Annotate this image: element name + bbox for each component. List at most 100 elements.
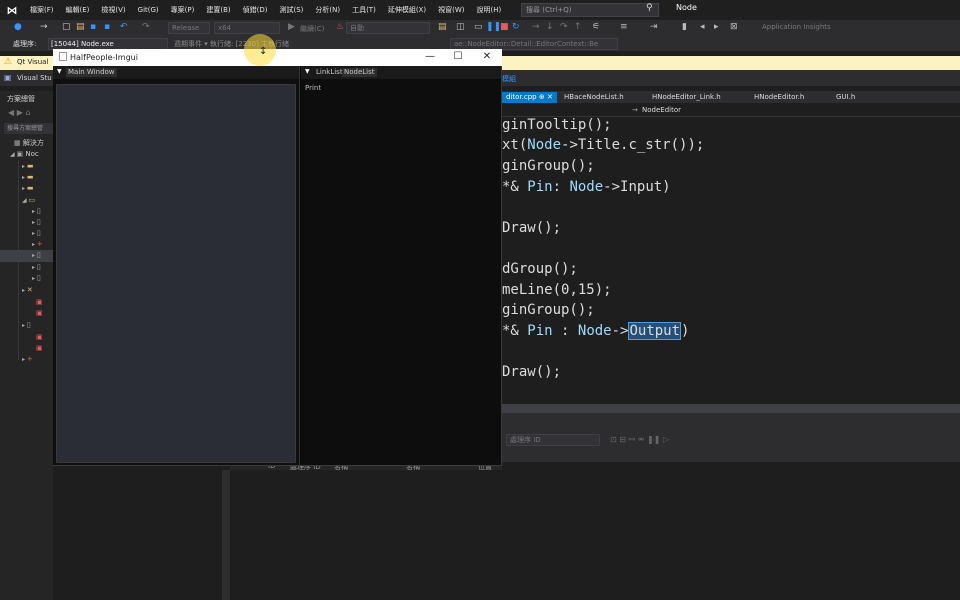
menu-git[interactable]: Git(G) — [132, 0, 165, 20]
tree-item[interactable]: ◢ ▭ — [22, 196, 35, 207]
step-out-icon[interactable]: ↑ — [574, 22, 582, 32]
tree-item[interactable]: ▸ + — [32, 240, 43, 251]
window-icon[interactable]: ▭ — [474, 22, 483, 32]
menu-build[interactable]: 建置(B) — [200, 0, 236, 20]
notification-link[interactable]: 模組 — [502, 74, 516, 84]
tree-item[interactable]: ▸ ✕ — [22, 286, 33, 297]
maximize-icon[interactable]: ☐ — [444, 50, 472, 64]
solution-search-input[interactable]: 搜尋方案總管 — [4, 123, 53, 134]
save-all-icon[interactable]: ▪ — [104, 22, 110, 32]
continue-button[interactable]: 繼續(C) — [300, 24, 324, 34]
folder-icon[interactable]: ▤ — [438, 22, 447, 32]
flame-icon[interactable]: ♨ — [336, 22, 344, 32]
menu-test[interactable]: 測試(S) — [273, 0, 309, 20]
resize-cursor-icon: ↕ — [259, 46, 268, 57]
bookmark-clear-icon[interactable]: ⊠ — [730, 22, 738, 32]
back-icon[interactable]: ● — [14, 22, 22, 32]
search-input[interactable]: 搜尋 (Ctrl+Q) — [521, 3, 659, 17]
code-line: Draw(); — [502, 364, 562, 380]
forward-icon[interactable]: → — [40, 22, 48, 32]
indent-icon[interactable]: ⇥ — [650, 22, 658, 32]
collapse-triangle-icon[interactable]: ▼ — [57, 68, 62, 75]
comment-icon[interactable]: ≡ — [620, 22, 628, 32]
tree-item[interactable]: ▸ ▯ — [32, 263, 41, 274]
tab-gui[interactable]: GUI.h — [832, 92, 859, 103]
tab-hnodeeditor-link[interactable]: HNodeEditor_Link.h — [648, 92, 725, 103]
tree-item[interactable]: ▸ ▬ — [22, 162, 34, 173]
application-insights-button[interactable]: Application Insights — [762, 23, 831, 31]
tree-solution-row[interactable]: ▦ 解決方 — [14, 138, 44, 149]
tab-linklist[interactable]: LinkList — [314, 68, 345, 77]
platform-select[interactable]: x64 — [214, 22, 280, 34]
hex-icon[interactable]: ⚟ — [592, 22, 600, 32]
step-over-icon[interactable]: ↷ — [560, 22, 568, 32]
tree-item[interactable]: ▸ ▯ — [32, 274, 41, 285]
horizontal-scrollbar[interactable] — [502, 404, 960, 413]
close-window-icon[interactable]: ✕ — [473, 50, 501, 64]
tree-item[interactable]: ▸ ▯ — [32, 251, 41, 262]
menu-analyze[interactable]: 分析(N) — [309, 0, 346, 20]
code-line: *& Pin : Node->Output) — [502, 322, 690, 340]
tree-item[interactable]: ▸ ▬ — [22, 173, 34, 184]
bookmark-prev-icon[interactable]: ◂ — [700, 22, 705, 32]
tree-item[interactable]: ▸ ▯ — [32, 229, 41, 240]
node-editor-canvas[interactable] — [56, 84, 296, 463]
stack-select[interactable]: 自動 — [346, 22, 430, 34]
menu-view[interactable]: 檢視(V) — [95, 0, 131, 20]
search-icon[interactable]: ⚲ — [646, 3, 653, 13]
save-icon[interactable]: ▪ — [90, 22, 96, 32]
menu-edit[interactable]: 編輯(E) — [60, 0, 96, 20]
step-into-icon[interactable]: ↓ — [546, 22, 554, 32]
camera-icon[interactable]: ◫ — [456, 22, 465, 32]
visual-studio-logo-icon[interactable]: ⋈ — [0, 0, 24, 20]
tree-item[interactable]: ▣ — [36, 309, 43, 320]
tree-project-row[interactable]: ◢ ▣ Noc — [10, 150, 39, 161]
header-file-icon: ▣ — [36, 309, 43, 317]
bookmark-next-icon[interactable]: ▸ — [714, 22, 719, 32]
config-select[interactable]: Release — [168, 22, 210, 34]
menu-window[interactable]: 視窗(W) — [432, 0, 470, 20]
menu-help[interactable]: 說明(H) — [470, 0, 507, 20]
open-folder-icon[interactable]: ▤ — [76, 22, 85, 32]
process-id-select[interactable]: 處理序 ID — [506, 434, 600, 446]
selected-tree-row[interactable] — [0, 250, 53, 262]
tab-hnodeeditor[interactable]: HNodeEditor.h — [750, 92, 808, 103]
tab-hbacenodelist[interactable]: HBaceNodeList.h — [560, 92, 628, 103]
show-next-icon[interactable]: → — [532, 22, 540, 32]
collapse-triangle-icon[interactable]: ▼ — [305, 68, 310, 75]
pin-icon[interactable]: ⊕ — [539, 93, 545, 101]
bookmark-icon[interactable]: ▮ — [682, 22, 687, 32]
undo-icon[interactable]: ↶ — [120, 22, 128, 32]
tree-item[interactable]: ▸ ▬ — [22, 184, 34, 195]
tree-item[interactable]: ▸ ▯ — [32, 218, 41, 229]
minimize-icon[interactable]: — — [416, 50, 444, 64]
menu-project[interactable]: 專案(P) — [165, 0, 201, 20]
back-nav-icon[interactable]: ◀ ▶ ⌂ — [8, 108, 30, 117]
close-icon[interactable]: ✕ — [547, 93, 553, 101]
tree-item[interactable]: ▸ ▯ — [22, 321, 31, 332]
tab-editor-cpp[interactable]: ditor.cpp ⊕ ✕ — [502, 92, 557, 103]
menu-debug[interactable]: 偵錯(D) — [237, 0, 274, 20]
continue-icon[interactable]: ▶ — [288, 22, 295, 32]
menu-file[interactable]: 檔案(F) — [24, 0, 60, 20]
pause-icon[interactable]: ❚❚ — [486, 22, 501, 32]
panel-splitter[interactable] — [222, 470, 230, 600]
restart-icon[interactable]: ↻ — [512, 22, 520, 32]
new-file-icon[interactable]: ▢ — [62, 22, 71, 32]
function-navigation-select[interactable]: NodeEditor — [642, 106, 681, 114]
redo-icon[interactable]: ↷ — [142, 22, 150, 32]
output-toolbar-icons[interactable]: ⊡ ⊟ ⚯ ⚮ ❚❚ ▷ — [610, 435, 669, 444]
stop-icon[interactable]: ■ — [500, 22, 509, 32]
main-window-tab[interactable]: Main Window — [66, 68, 117, 77]
cpp-file-icon: + — [26, 355, 33, 363]
tree-item[interactable]: ▣ — [36, 344, 43, 355]
dock-splitter[interactable] — [299, 66, 301, 465]
code-line: meLine(0,15); — [502, 282, 612, 298]
tab-nodelist[interactable]: NodeList — [342, 68, 377, 77]
tree-item[interactable]: ▣ — [36, 298, 43, 309]
menu-tools[interactable]: 工具(T) — [346, 0, 382, 20]
tree-item[interactable]: ▸ + — [22, 355, 33, 366]
tree-item[interactable]: ▣ — [36, 333, 43, 344]
tree-item[interactable]: ▸ ▯ — [32, 207, 41, 218]
menu-extensions[interactable]: 延伸模組(X) — [382, 0, 432, 20]
